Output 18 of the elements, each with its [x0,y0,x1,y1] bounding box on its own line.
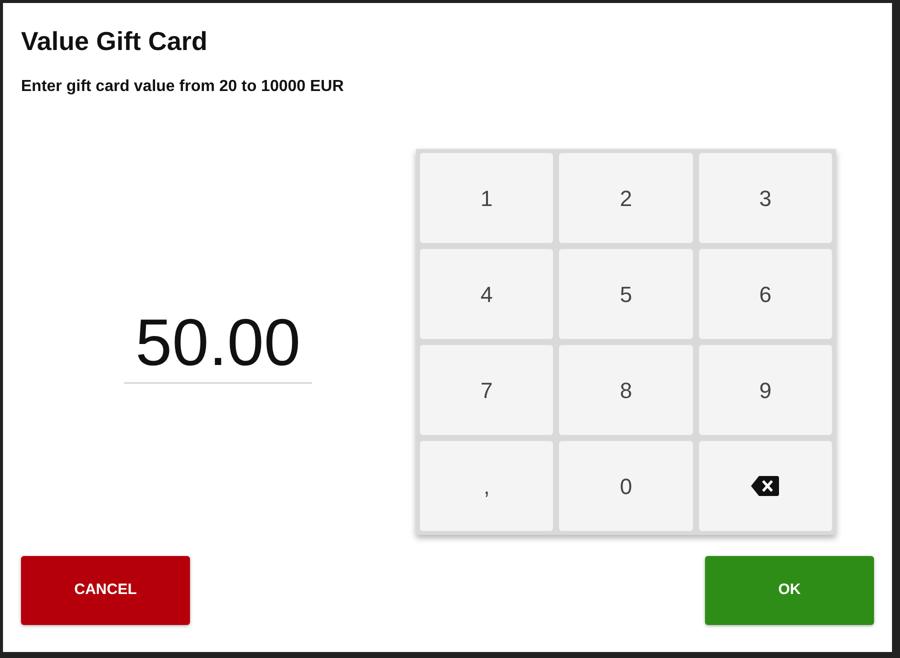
amount-field[interactable]: 50.00 [124,304,312,384]
keypad-key[interactable]: 9 [698,345,832,435]
keypad-key[interactable]: 8 [559,345,693,435]
keypad-key[interactable]: 0 [559,441,693,531]
ok-button[interactable]: OK [705,556,874,625]
keypad-key[interactable]: 7 [420,345,554,435]
backspace-icon [751,476,780,496]
cancel-button[interactable]: CANCEL [21,556,190,625]
keypad-key[interactable]: 3 [698,153,832,243]
keypad-key[interactable]: 6 [698,249,832,339]
keypad-key[interactable]: , [420,441,554,531]
keypad-key[interactable]: 4 [420,249,554,339]
dialog-title: Value Gift Card [21,25,208,57]
backspace-key[interactable] [698,441,832,531]
keypad-key[interactable]: 2 [559,153,693,243]
instruction-text: Enter gift card value from 20 to 10000 EUR [21,77,344,97]
keypad-key[interactable]: 5 [559,249,693,339]
keypad-key[interactable]: 1 [420,153,554,243]
